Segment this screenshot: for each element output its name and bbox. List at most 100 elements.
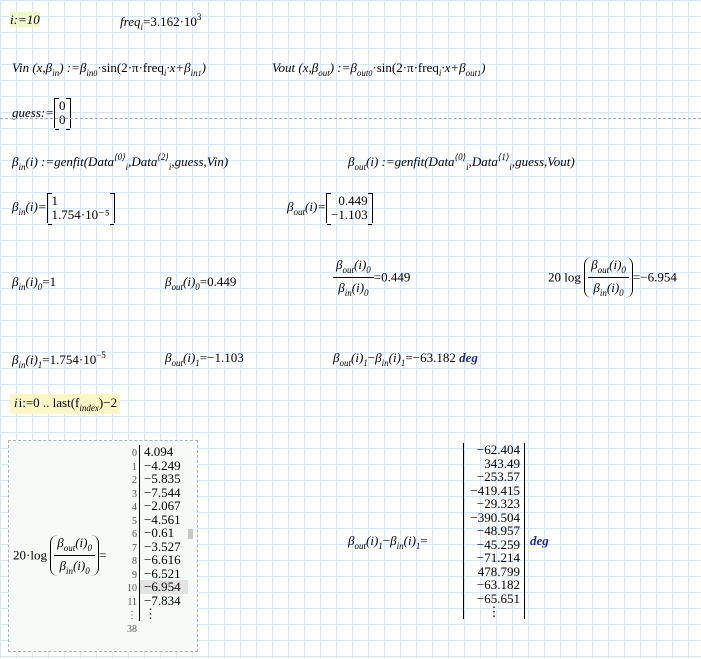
biv-val-1: 1.754·10⁻⁵ <box>51 207 110 222</box>
db-table-abs: βout(i)0 βin(i)0 <box>50 535 99 576</box>
vin-lhs-end: ) :=β <box>59 60 87 75</box>
db-den-idx: 0 <box>619 288 624 298</box>
db-row: 2 −5.835 <box>125 472 193 486</box>
go-d2-sup: ⟨1⟩ <box>497 152 510 162</box>
pd-unit: deg <box>459 350 478 365</box>
beta-out-0-eval[interactable]: βout(i)0=0.449 <box>165 274 236 292</box>
go-d1-sup: ⟨0⟩ <box>454 152 467 162</box>
db-val: −0.61 <box>139 526 188 540</box>
dbt-num-mid: (i) <box>75 535 88 550</box>
dbt-den-mid: (i) <box>72 558 86 573</box>
r0-bin-val: =1 <box>42 274 57 289</box>
r1-bin-exp: −5 <box>96 350 106 360</box>
region-separator <box>0 118 701 119</box>
ratio-num-sub: out <box>342 265 354 275</box>
beta-in-matrix: 1 1.754·10⁻⁵ <box>46 193 115 225</box>
r0-bout-sub: out <box>171 282 183 292</box>
db-row: 11 −7.834 <box>125 593 193 607</box>
bov-end: (i)= <box>305 199 327 214</box>
ratio-num-mid: (i) <box>354 257 367 272</box>
gi-lhs-end: (i) :=genfit(Data <box>25 154 115 169</box>
range-definition[interactable]: ii:=0 .. last(findex)−2 <box>10 394 121 414</box>
pt-val: −62.404 <box>476 442 520 457</box>
phase-table-values[interactable]: −62.404 343.49 −253.57 −419.415 −29.323 … <box>463 443 525 619</box>
pt-val: 478.799 <box>477 563 520 579</box>
db-0-denominator: βin(i)0 <box>588 278 629 298</box>
r0-bin-mid: (i) <box>25 274 38 289</box>
db-0-fraction: βout(i)0 βin(i)0 <box>588 257 629 298</box>
genfit-in-definition[interactable]: βin(i) :=genfit(Data⟨0⟩i,Data⟨2⟩i,guess,… <box>12 152 228 172</box>
vin-end: ) <box>201 60 206 75</box>
db-val: −6.616 <box>139 553 188 567</box>
r1-bin-mid: (i) <box>25 352 38 367</box>
pt-val: −71.214 <box>476 550 520 565</box>
dbt-num-sub: out <box>63 543 76 553</box>
gi-mid: ,Data <box>128 154 158 169</box>
r1-bin-val: =1.754·10 <box>42 352 97 367</box>
db-row: 38 <box>125 621 193 635</box>
guess-definition[interactable]: guess:= 0 0 <box>12 98 71 130</box>
beta-out-vector[interactable]: βout(i)= 0.449 −1.103 <box>287 193 373 225</box>
pt-val: 343.49 <box>484 455 520 471</box>
db-0-eval[interactable]: 20 log βout(i)0 βin(i)0 =−6.954 <box>548 257 677 298</box>
phase-table-label[interactable]: βout(i)1−βin(i)1= <box>348 533 428 551</box>
ratio-num-idx: 0 <box>366 265 371 275</box>
db-table-values[interactable]: 0 4.094 1 −4.249 2 −5.835 3 −7.544 4 −2.067 5… <box>125 445 193 635</box>
range-text: i:=0 .. last(f <box>18 395 80 410</box>
pt-val: ⋮ <box>487 604 501 619</box>
scroll-handle[interactable] <box>188 529 193 540</box>
range-sub: index <box>79 403 99 413</box>
db-val: −7.834 <box>139 593 188 607</box>
db-num-mid: (i) <box>609 257 622 272</box>
vin-mid: ·sin(2·π·freq <box>97 60 164 75</box>
vout-end: ) <box>481 60 486 75</box>
db-idx: 38 <box>127 623 137 635</box>
db-table-region[interactable]: 20·log βout(i)0 βin(i)0 = 0 4.094 1 −4.249… <box>8 440 198 652</box>
r1-bout-sub: out <box>171 358 183 368</box>
vin-definition[interactable]: Vin (x,βin) :=βin0·sin(2·π·freqi·x+βin1) <box>12 60 206 78</box>
ratio-den-mid: (i) <box>351 280 365 295</box>
vout-b0-sub: out <box>356 68 369 78</box>
go-lhs-sub: out <box>354 162 366 172</box>
gi-d1-sup: ⟨0⟩ <box>114 152 126 162</box>
beta-in-vector[interactable]: βin(i)= 1 1.754·10⁻⁵ <box>12 193 115 225</box>
db-val: −4.249 <box>139 458 188 472</box>
genfit-out-definition[interactable]: βout(i) :=genfit(Data⟨0⟩i,Data⟨1⟩i,guess… <box>348 152 575 172</box>
ratio-0-numerator: βout(i)0 <box>333 257 374 278</box>
range-end: )−2 <box>98 395 118 410</box>
db-val: −2.067 <box>139 499 188 513</box>
biv-val-0: 1 <box>51 193 59 208</box>
db-row: 6 −0.61 <box>125 526 193 540</box>
db-val: 4.094 <box>139 445 188 459</box>
freq-expression[interactable]: freqi=3.162·103 <box>120 12 201 32</box>
go-end: ,guess,Vout) <box>511 154 575 169</box>
pd-bin-mid: (i) <box>388 350 401 365</box>
pd-value: =−63.182 <box>405 350 456 365</box>
r0-bout-mid: (i) <box>183 274 196 289</box>
dbt-den-idx: 0 <box>85 566 90 576</box>
pt-val: −63.182 <box>476 577 520 592</box>
beta-in-1-eval[interactable]: βin(i)1=1.754·10−5 <box>12 350 106 370</box>
beta-in-0-eval[interactable]: βin(i)0=1 <box>12 274 56 292</box>
vout-definition[interactable]: Vout (x,βout) :=βout0·sin(2·π·freqi·x+βo… <box>272 60 486 78</box>
phase-diff-1-eval[interactable]: βout(i)1−βin(i)1=−63.182 deg <box>333 350 478 368</box>
r1-bout-mid: (i) <box>183 350 196 365</box>
vout-lhs-end: ) :=β <box>329 60 357 75</box>
vin-lhs: Vin (x,β <box>12 60 53 75</box>
db-val-selected[interactable]: −6.954 <box>139 580 188 594</box>
db-row: 4 −2.067 <box>125 499 193 513</box>
i-assign-expression[interactable]: i:=10 <box>10 12 40 28</box>
db-row: 1 −4.249 <box>125 458 193 472</box>
beta-out-1-eval[interactable]: βout(i)1=−1.103 <box>165 350 244 368</box>
gi-lhs-sub: in <box>18 162 26 172</box>
pt-val: −29.323 <box>476 496 520 511</box>
pt-bin-sub: in <box>396 541 404 551</box>
ratio-0-eval[interactable]: βout(i)0 βin(i)0 =0.449 <box>333 257 410 298</box>
pt-val: −419.415 <box>470 482 520 498</box>
db-row: 10 −6.954 <box>125 580 193 594</box>
guess-val-0: 0 <box>59 98 66 113</box>
db-val: −3.527 <box>139 539 188 553</box>
db-row: 0 4.094 <box>125 445 193 459</box>
pt-val: −45.259 <box>476 536 520 552</box>
db-table-fraction: βout(i)0 βin(i)0 <box>54 535 95 576</box>
